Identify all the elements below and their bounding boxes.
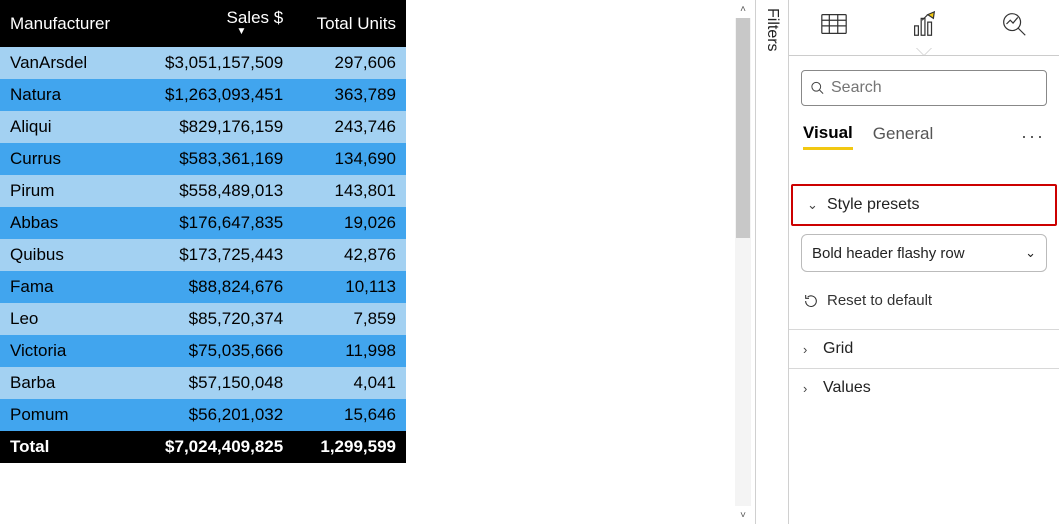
- canvas-gap: ˄ ˅: [406, 0, 755, 524]
- vertical-scrollbar[interactable]: ˄ ˅: [735, 0, 751, 524]
- cell-sales: $3,051,157,509: [136, 47, 293, 79]
- table-header-row: Manufacturer Sales $▼ Total Units: [0, 0, 406, 47]
- col-header-sales[interactable]: Sales $▼: [136, 0, 293, 47]
- filters-pane-collapsed[interactable]: Filters: [755, 0, 789, 524]
- section-label: Grid: [823, 340, 853, 358]
- search-input[interactable]: [831, 79, 1038, 97]
- cell-units: 297,606: [293, 47, 406, 79]
- section-label: Style presets: [827, 196, 919, 214]
- col-header-units[interactable]: Total Units: [293, 0, 406, 47]
- table-row[interactable]: Leo$85,720,3747,859: [0, 303, 406, 335]
- table-row[interactable]: Barba$57,150,0484,041: [0, 367, 406, 399]
- cell-manufacturer: Natura: [0, 79, 136, 111]
- chevron-right-icon: ›: [803, 342, 817, 357]
- col-header-manufacturer[interactable]: Manufacturer: [0, 0, 136, 47]
- cell-manufacturer: Pirum: [0, 175, 136, 207]
- section-grid[interactable]: › Grid: [789, 329, 1059, 368]
- table-row[interactable]: Natura$1,263,093,451363,789: [0, 79, 406, 111]
- cell-sales: $57,150,048: [136, 367, 293, 399]
- cell-units: 10,113: [293, 271, 406, 303]
- cell-sales: $583,361,169: [136, 143, 293, 175]
- section-label: Values: [823, 379, 871, 397]
- cell-units: 42,876: [293, 239, 406, 271]
- tab-build-visual[interactable]: [789, 0, 879, 48]
- cell-manufacturer: Leo: [0, 303, 136, 335]
- cell-manufacturer: VanArsdel: [0, 47, 136, 79]
- chevron-down-icon: ⌄: [807, 197, 821, 213]
- cell-sales: $75,035,666: [136, 335, 293, 367]
- cell-sales: $85,720,374: [136, 303, 293, 335]
- cell-manufacturer: Barba: [0, 367, 136, 399]
- cell-manufacturer: Aliqui: [0, 111, 136, 143]
- search-box[interactable]: [801, 70, 1047, 106]
- cell-units: 363,789: [293, 79, 406, 111]
- chevron-right-icon: ›: [803, 381, 817, 396]
- reset-label: Reset to default: [827, 292, 932, 309]
- scroll-up-icon[interactable]: ˄: [735, 0, 751, 18]
- table-row[interactable]: VanArsdel$3,051,157,509297,606: [0, 47, 406, 79]
- cell-sales: $88,824,676: [136, 271, 293, 303]
- cell-sales: $1,263,093,451: [136, 79, 293, 111]
- table-row[interactable]: Aliqui$829,176,159243,746: [0, 111, 406, 143]
- data-table: Manufacturer Sales $▼ Total Units VanArs…: [0, 0, 406, 524]
- scroll-track[interactable]: [735, 18, 751, 506]
- cell-units: 243,746: [293, 111, 406, 143]
- chevron-down-icon: ⌄: [1025, 245, 1036, 261]
- filters-label: Filters: [763, 8, 781, 524]
- tab-analytics[interactable]: [969, 0, 1059, 48]
- table-row[interactable]: Abbas$176,647,83519,026: [0, 207, 406, 239]
- active-tab-indicator-icon: [916, 48, 932, 56]
- cell-sales: $173,725,443: [136, 239, 293, 271]
- cell-manufacturer: Quibus: [0, 239, 136, 271]
- more-options-icon[interactable]: ···: [1021, 126, 1045, 147]
- format-pane: Visual General ··· ⌄ Style presets Bold …: [789, 0, 1059, 524]
- cell-manufacturer: Fama: [0, 271, 136, 303]
- section-style-presets[interactable]: ⌄ Style presets: [791, 184, 1057, 226]
- cell-sales: $829,176,159: [136, 111, 293, 143]
- cell-manufacturer: Victoria: [0, 335, 136, 367]
- cell-units: 15,646: [293, 399, 406, 431]
- table-row[interactable]: Pomum$56,201,03215,646: [0, 399, 406, 431]
- cell-units: 19,026: [293, 207, 406, 239]
- cell-sales: $558,489,013: [136, 175, 293, 207]
- reset-icon: [803, 293, 819, 309]
- scroll-thumb[interactable]: [736, 18, 750, 238]
- style-preset-dropdown[interactable]: Bold header flashy row ⌄: [801, 234, 1047, 272]
- scroll-down-icon[interactable]: ˅: [735, 506, 751, 524]
- table-row[interactable]: Currus$583,361,169134,690: [0, 143, 406, 175]
- cell-sales: $176,647,835: [136, 207, 293, 239]
- cell-manufacturer: Abbas: [0, 207, 136, 239]
- cell-units: 4,041: [293, 367, 406, 399]
- total-sales: $7,024,409,825: [136, 431, 293, 463]
- table-row[interactable]: Pirum$558,489,013143,801: [0, 175, 406, 207]
- search-icon: [810, 79, 825, 97]
- total-label: Total: [0, 431, 136, 463]
- preset-value: Bold header flashy row: [812, 245, 965, 262]
- subtab-visual[interactable]: Visual: [803, 123, 853, 150]
- cell-units: 134,690: [293, 143, 406, 175]
- table-row[interactable]: Fama$88,824,67610,113: [0, 271, 406, 303]
- cell-manufacturer: Pomum: [0, 399, 136, 431]
- reset-to-default-button[interactable]: Reset to default: [789, 282, 1059, 329]
- cell-sales: $56,201,032: [136, 399, 293, 431]
- cell-units: 7,859: [293, 303, 406, 335]
- cell-units: 143,801: [293, 175, 406, 207]
- sort-desc-icon: ▼: [235, 26, 249, 37]
- cell-manufacturer: Currus: [0, 143, 136, 175]
- tab-format-visual[interactable]: [879, 0, 969, 48]
- format-subtabs: Visual General ···: [789, 116, 1059, 156]
- cell-units: 11,998: [293, 335, 406, 367]
- pane-tabstrip: [789, 0, 1059, 56]
- table-total-row: Total $7,024,409,825 1,299,599: [0, 431, 406, 463]
- table-row[interactable]: Quibus$173,725,44342,876: [0, 239, 406, 271]
- total-units: 1,299,599: [293, 431, 406, 463]
- subtab-general[interactable]: General: [873, 124, 933, 148]
- table-row[interactable]: Victoria$75,035,66611,998: [0, 335, 406, 367]
- section-values[interactable]: › Values: [789, 368, 1059, 407]
